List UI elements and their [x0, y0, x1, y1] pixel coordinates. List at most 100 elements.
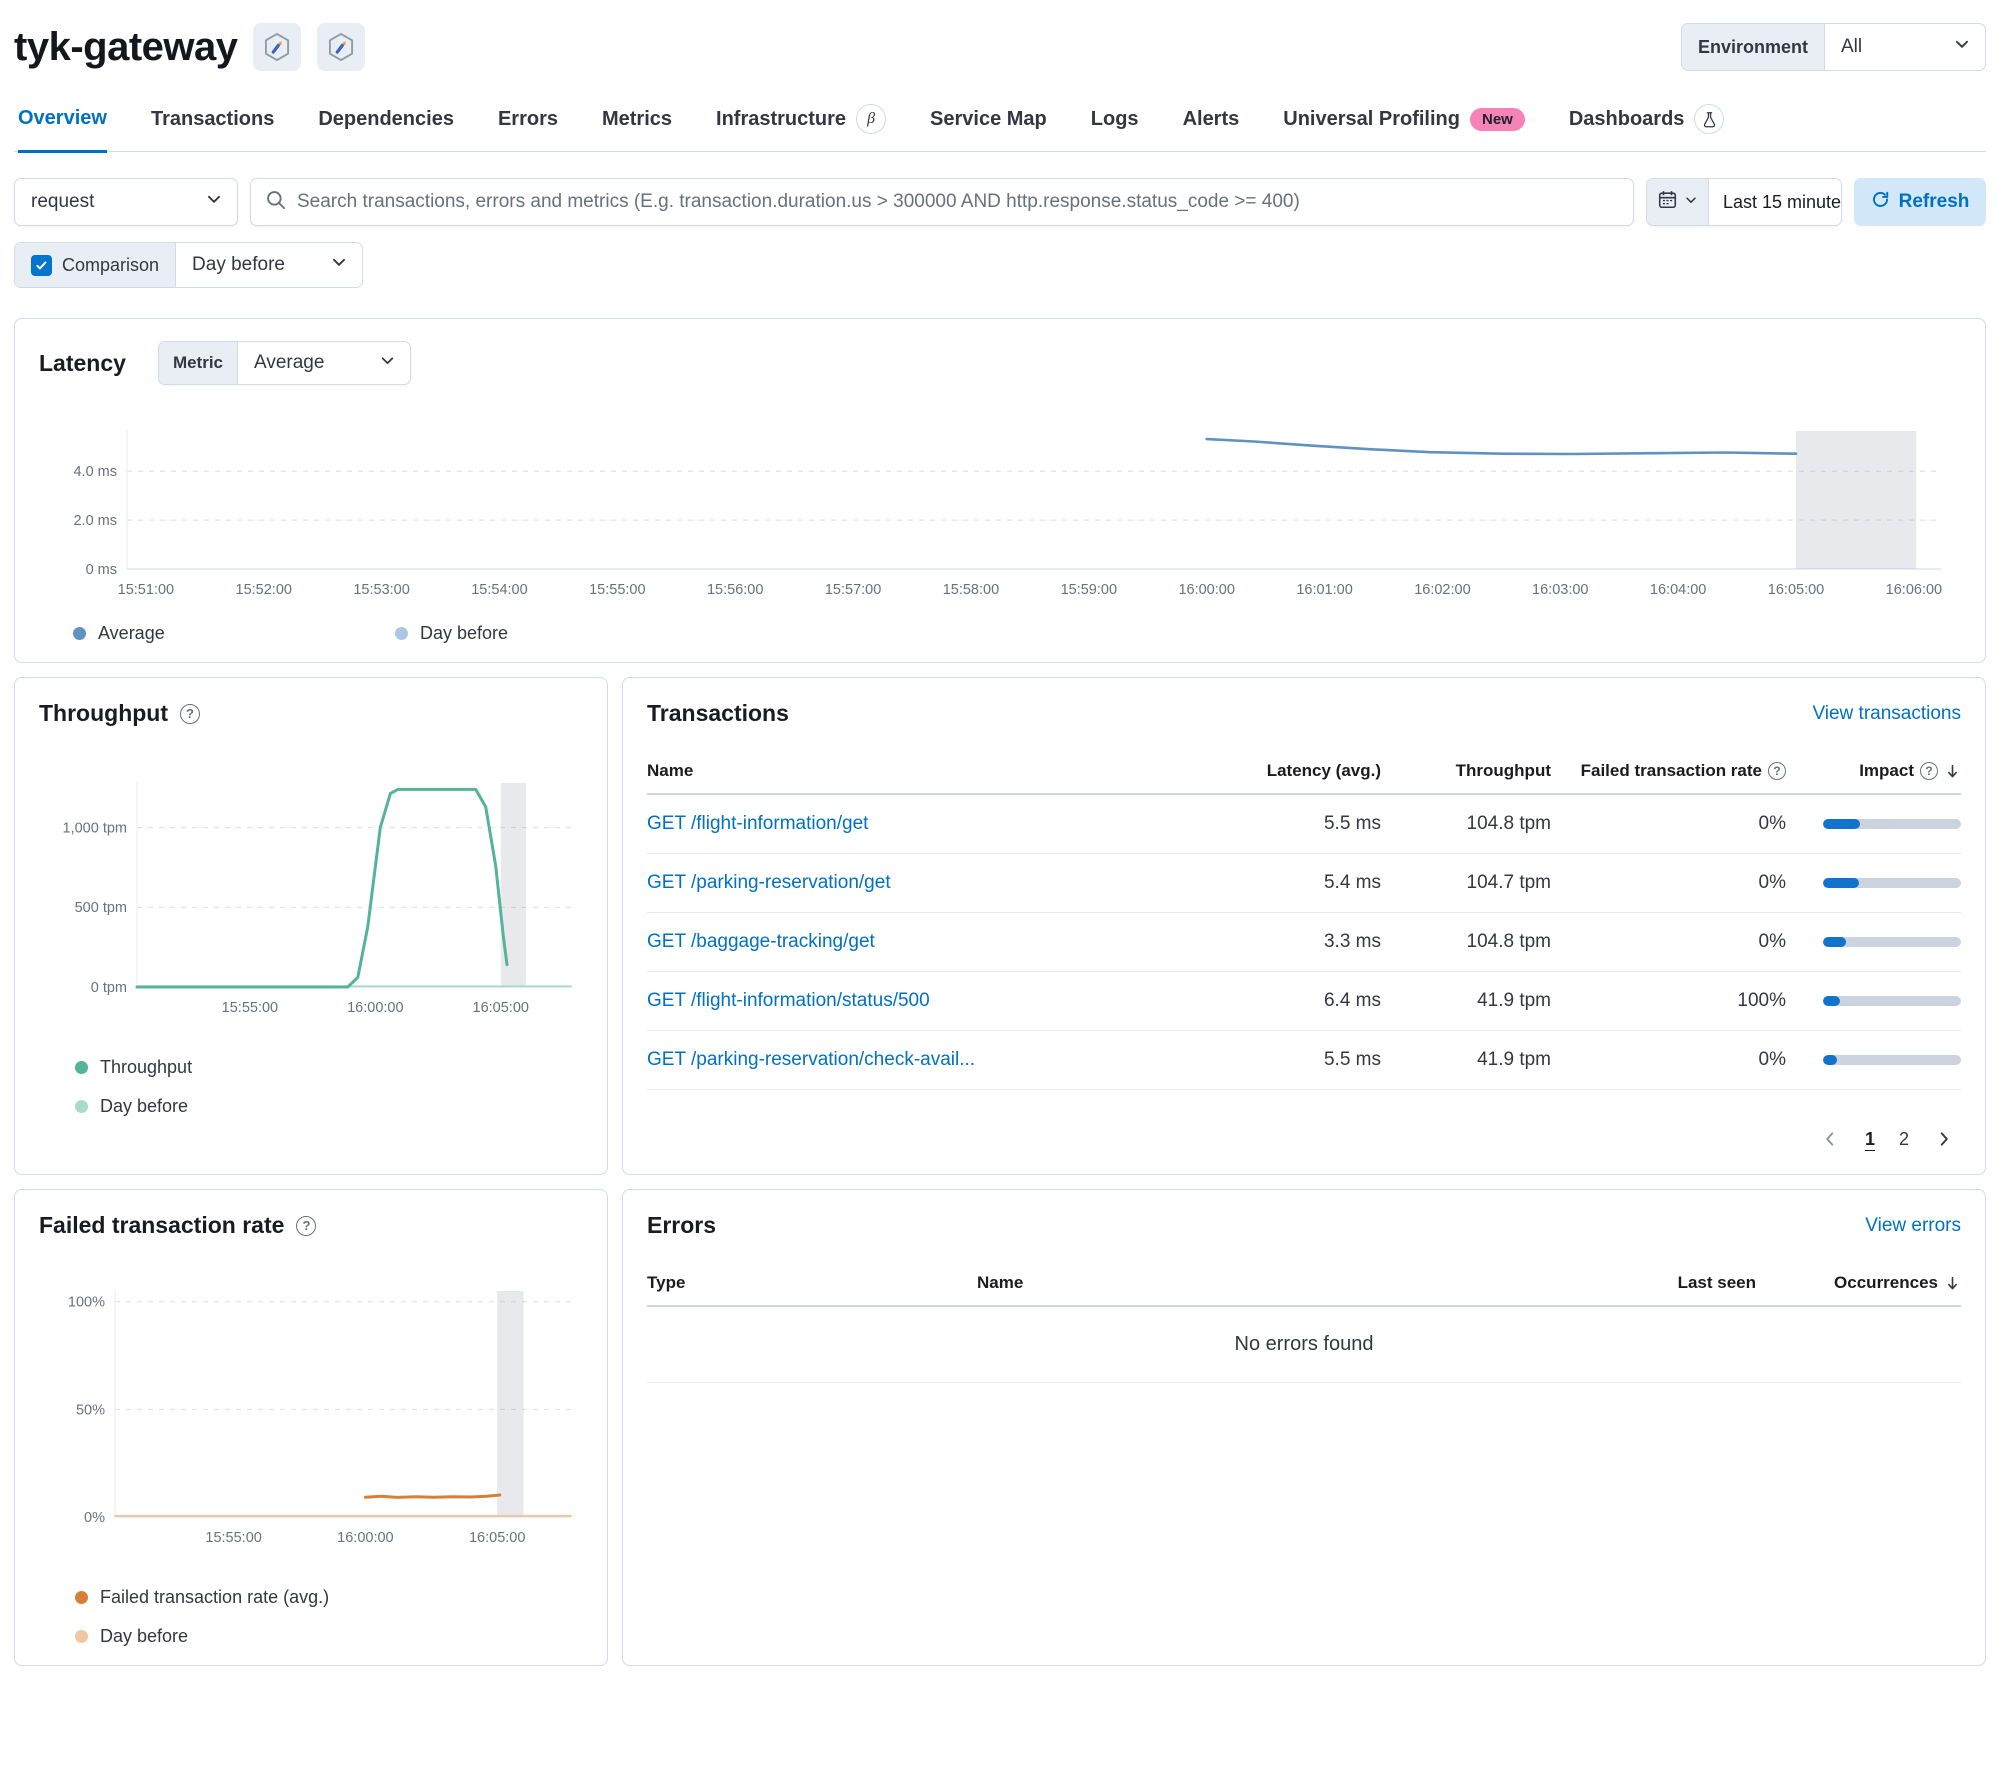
- tab-dashboards[interactable]: Dashboards: [1569, 104, 1725, 151]
- page-2-button[interactable]: 2: [1891, 1125, 1917, 1154]
- legend-dot-icon: [75, 1100, 88, 1113]
- legend-item[interactable]: Day before: [75, 1096, 583, 1117]
- legend-item[interactable]: Day before: [75, 1626, 583, 1647]
- chevron-down-icon: [205, 190, 223, 214]
- new-badge: New: [1469, 107, 1525, 131]
- table-row: GET /flight-information/status/500 6.4 ms…: [647, 972, 1961, 1031]
- latency-value: 6.4 ms: [1323, 990, 1381, 1011]
- svg-text:15:55:00: 15:55:00: [589, 582, 645, 598]
- legend-label: Day before: [420, 623, 509, 643]
- table-row: GET /parking-reservation/check-avail... 5…: [647, 1031, 1961, 1090]
- next-page-button[interactable]: [1927, 1122, 1961, 1156]
- prev-page-button[interactable]: [1813, 1122, 1847, 1156]
- svg-text:15:58:00: 15:58:00: [943, 582, 999, 598]
- tab-service-map[interactable]: Service Map: [930, 104, 1047, 151]
- transaction-link[interactable]: GET /baggage-tracking/get: [647, 931, 1231, 953]
- metric-selector: Metric Average: [157, 341, 412, 385]
- environment-label: Environment: [1681, 24, 1825, 70]
- column-error-name[interactable]: Name: [977, 1263, 1506, 1305]
- comparison-select[interactable]: Day before: [176, 243, 362, 287]
- column-type[interactable]: Type: [647, 1263, 977, 1305]
- transactions-rows: GET /flight-information/get 5.5 ms 104.8 t…: [647, 795, 1961, 1090]
- transaction-type-select[interactable]: request: [14, 178, 238, 226]
- help-icon[interactable]: ?: [296, 1215, 317, 1236]
- column-failed-rate[interactable]: Failed transaction rate ?: [1551, 751, 1786, 793]
- transaction-link[interactable]: GET /flight-information/status/500: [647, 990, 1231, 1012]
- tab-logs[interactable]: Logs: [1091, 104, 1139, 151]
- svg-text:4.0 ms: 4.0 ms: [73, 464, 117, 480]
- agent-badge-icon: [253, 23, 302, 71]
- calendar-icon: [1657, 189, 1678, 215]
- svg-text:15:54:00: 15:54:00: [471, 582, 527, 598]
- help-icon[interactable]: ?: [180, 703, 201, 724]
- svg-text:2.0 ms: 2.0 ms: [73, 513, 117, 529]
- column-latency[interactable]: Latency (avg.): [1231, 751, 1381, 793]
- environment-selector[interactable]: Environment All: [1680, 23, 1986, 71]
- svg-text:50%: 50%: [76, 1402, 105, 1418]
- latency-value: 5.4 ms: [1323, 872, 1381, 893]
- column-name[interactable]: Name: [647, 751, 1231, 793]
- search-input[interactable]: [297, 191, 1619, 213]
- throughput-chart: 0 tpm 500 tpm 1,000 tpm 15:55:00 16:00:00 16:…: [63, 783, 572, 1016]
- tab-overview[interactable]: Overview: [18, 104, 107, 153]
- svg-text:15:57:00: 15:57:00: [825, 582, 881, 598]
- help-icon: ?: [1768, 762, 1786, 780]
- legend-label: Throughput: [100, 1057, 193, 1077]
- svg-text:16:01:00: 16:01:00: [1296, 582, 1352, 598]
- errors-panel: Errors View errors Type Name Last seen O…: [622, 1189, 1986, 1666]
- throughput-title: Throughput: [39, 700, 169, 726]
- transaction-link[interactable]: GET /parking-reservation/check-avail...: [647, 1049, 1231, 1071]
- tab-infrastructure[interactable]: Infrastructure β: [716, 104, 887, 151]
- table-row: GET /flight-information/get 5.5 ms 104.8 t…: [647, 795, 1961, 854]
- page-1-button[interactable]: 1: [1857, 1125, 1883, 1154]
- throughput-value: 41.9 tpm: [1477, 990, 1551, 1011]
- tab-label: Transactions: [150, 107, 275, 130]
- agent-badge-icon: [317, 23, 366, 71]
- transactions-pagination: 12: [647, 1122, 1961, 1156]
- apm-service-overview: tyk-gateway Environment All Overview Tran…: [0, 0, 2000, 1666]
- chevron-down-icon: [1953, 35, 1971, 59]
- column-occurrences[interactable]: Occurrences: [1756, 1263, 1961, 1305]
- tab-metrics[interactable]: Metrics: [602, 104, 672, 151]
- svg-text:16:00:00: 16:00:00: [347, 1000, 403, 1016]
- transaction-link[interactable]: GET /parking-reservation/get: [647, 872, 1231, 894]
- refresh-button[interactable]: Refresh: [1854, 178, 1986, 226]
- throughput-value: 104.7 tpm: [1466, 872, 1552, 893]
- sort-desc-icon: [1944, 763, 1961, 780]
- time-range-value[interactable]: Last 15 minutes: [1709, 192, 1841, 213]
- column-impact[interactable]: Impact ?: [1786, 751, 1961, 793]
- comparison-checkbox[interactable]: [31, 254, 52, 276]
- impact-bar: [1786, 996, 1961, 1006]
- legend-item[interactable]: Throughput: [75, 1057, 583, 1078]
- tab-universal-profiling[interactable]: Universal Profiling New: [1283, 104, 1525, 151]
- tab-label: Dashboards: [1568, 107, 1685, 130]
- view-errors-link[interactable]: View errors: [1865, 1215, 1961, 1237]
- tab-label: Infrastructure: [716, 107, 847, 130]
- beta-badge: β: [856, 104, 887, 134]
- calendar-dropdown-button[interactable]: [1647, 179, 1709, 225]
- column-last-seen[interactable]: Last seen: [1506, 1263, 1756, 1305]
- tab-alerts[interactable]: Alerts: [1183, 104, 1240, 151]
- tab-transactions[interactable]: Transactions: [151, 104, 274, 151]
- legend-label: Failed transaction rate (avg.): [100, 1587, 330, 1607]
- transaction-link[interactable]: GET /flight-information/get: [647, 813, 1231, 835]
- legend-item[interactable]: Average: [73, 623, 395, 644]
- errors-title: Errors: [647, 1212, 717, 1238]
- column-throughput[interactable]: Throughput: [1381, 751, 1551, 793]
- svg-text:0 tpm: 0 tpm: [91, 980, 127, 996]
- svg-text:16:03:00: 16:03:00: [1532, 582, 1588, 598]
- impact-bar: [1786, 819, 1961, 829]
- metric-select[interactable]: Average: [238, 342, 410, 384]
- tab-dependencies[interactable]: Dependencies: [318, 104, 454, 151]
- view-transactions-link[interactable]: View transactions: [1812, 703, 1961, 725]
- legend-item[interactable]: Failed transaction rate (avg.): [75, 1587, 583, 1608]
- page-title: tyk-gateway: [14, 24, 238, 69]
- tab-errors[interactable]: Errors: [498, 104, 558, 151]
- transactions-title: Transactions: [647, 700, 789, 726]
- flask-icon: [1694, 104, 1725, 134]
- tab-label: Overview: [18, 107, 107, 129]
- legend-item[interactable]: Day before: [395, 623, 717, 644]
- svg-text:15:52:00: 15:52:00: [236, 582, 292, 598]
- sort-desc-icon: [1944, 1275, 1961, 1292]
- filter-bar: request Last 15 minutes Refresh: [14, 178, 1986, 226]
